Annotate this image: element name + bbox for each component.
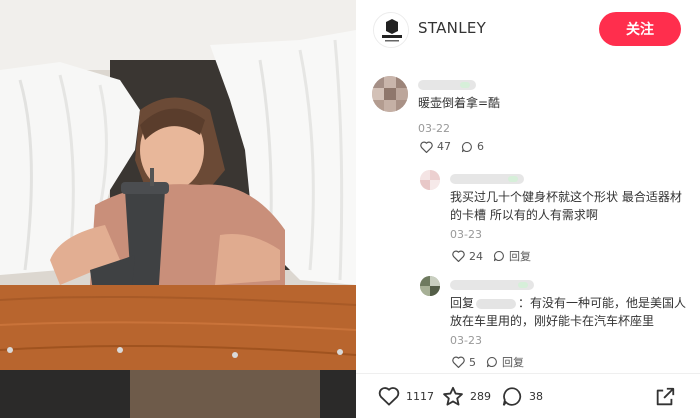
comment-button[interactable]: 38 xyxy=(501,386,543,407)
collect-count: 289 xyxy=(470,390,491,403)
like-count: 1117 xyxy=(406,389,434,403)
engagement-bar: 1117 289 38 xyxy=(356,373,700,418)
reply-avatar[interactable] xyxy=(420,170,440,190)
collect-button[interactable]: 289 xyxy=(442,386,491,407)
reply-like-button[interactable]: 5 xyxy=(452,356,476,369)
reply-author-redacted xyxy=(450,280,534,290)
reply-date: 03-23 xyxy=(450,334,482,347)
post-photo[interactable] xyxy=(0,0,356,418)
reply-text-line: 回复 ：有没有一种可能，他是美国人 xyxy=(450,294,690,312)
avatar-pixelated-image xyxy=(420,170,440,190)
star-icon xyxy=(443,386,463,406)
heart-icon xyxy=(452,250,465,262)
comment-count: 38 xyxy=(529,390,543,403)
reply-date: 03-23 xyxy=(450,228,482,241)
reply-reply-button[interactable]: 回复 xyxy=(493,248,531,264)
comment-list: 暖壶倒着拿=酷 03-22 47 6 我买过几十个健身杯就这个形状 最合适器材 xyxy=(356,66,700,372)
brand-name[interactable]: STANLEY xyxy=(418,19,486,37)
comment-icon xyxy=(493,250,504,262)
post-photo-image xyxy=(0,0,356,418)
share-button[interactable] xyxy=(654,386,676,412)
brand-avatar[interactable] xyxy=(373,12,409,48)
like-button[interactable]: 1117 xyxy=(378,386,434,406)
avatar-pixelated-image xyxy=(420,276,440,296)
post-detail-panel: STANLEY 关注 暖壶倒着拿=酷 03-22 47 6 我买过几十个健身杯就… xyxy=(356,0,700,418)
comment-date: 03-22 xyxy=(418,122,450,135)
reply-actions: 5 回复 xyxy=(452,354,534,370)
reply-text-rest: ：有没有一种可能，他是美国人 xyxy=(518,296,687,310)
reply-avatar[interactable] xyxy=(420,276,440,296)
heart-icon xyxy=(452,356,465,368)
reply-reply-label: 回复 xyxy=(502,356,524,369)
comment-text: 暖壶倒着拿=酷 xyxy=(418,96,501,110)
reply-text-line: 放在车里用的，刚好能卡在汽车杯座里 xyxy=(450,314,655,328)
reply-prefix: 回复 xyxy=(450,296,475,310)
reply-reply-button[interactable]: 回复 xyxy=(486,354,524,370)
commenter-avatar[interactable] xyxy=(372,76,408,112)
reply-text: 我买过几十个健身杯就这个形状 最合适器材 的卡槽 所以有的人有需求啊 xyxy=(450,188,690,224)
reply-like-button[interactable]: 24 xyxy=(452,250,483,263)
avatar-pixelated-image xyxy=(372,76,408,112)
comment-reply-count: 6 xyxy=(477,140,484,153)
reply-like-count: 24 xyxy=(469,249,483,263)
share-icon xyxy=(656,387,675,406)
stanley-logo xyxy=(374,13,408,47)
reply-reply-label: 回复 xyxy=(509,250,531,263)
comment-icon xyxy=(502,387,522,406)
post-header: STANLEY 关注 xyxy=(356,0,700,60)
reply-like-count: 5 xyxy=(469,355,476,369)
commenter-name-redacted xyxy=(418,80,476,90)
follow-button[interactable]: 关注 xyxy=(599,12,681,46)
reply-author-redacted xyxy=(450,174,524,184)
comment-reply-button[interactable]: 6 xyxy=(461,140,484,153)
reply-text-line: 我买过几十个健身杯就这个形状 最合适器材 xyxy=(450,190,682,204)
comment-icon xyxy=(461,141,472,152)
comment-actions: 47 6 xyxy=(420,140,494,153)
heart-icon xyxy=(378,387,400,406)
reply-text-line: 的卡槽 所以有的人有需求啊 xyxy=(450,208,598,222)
reply-text: 回复 ：有没有一种可能，他是美国人 放在车里用的，刚好能卡在汽车杯座里 xyxy=(450,294,690,330)
comment-like-button[interactable]: 47 xyxy=(420,140,451,153)
mentioned-user-redacted xyxy=(476,298,517,309)
heart-icon xyxy=(420,141,433,153)
comment-like-count: 47 xyxy=(437,140,451,153)
comment-icon xyxy=(486,356,497,368)
reply-actions: 24 回复 xyxy=(452,248,541,264)
